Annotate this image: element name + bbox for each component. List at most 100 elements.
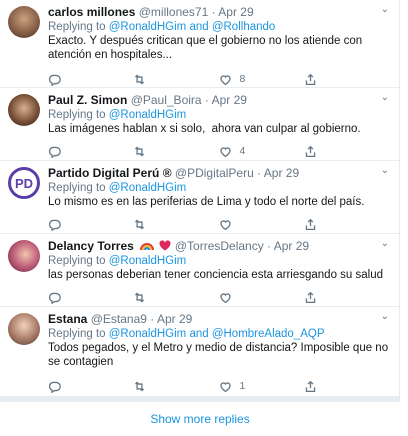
author-handle[interactable]: @TorresDelancy <box>175 239 264 253</box>
like-count: 8 <box>239 73 246 85</box>
reply-button[interactable] <box>48 145 133 158</box>
replying-to-links[interactable]: @RonaldHGim and @Rollhando <box>109 21 276 33</box>
replying-to: Replying to @RonaldHGim <box>48 181 389 195</box>
replying-to-links[interactable]: @RonaldHGim and @HombreAlado_AQP <box>109 328 325 340</box>
avatar[interactable] <box>8 94 40 126</box>
reply-tweet[interactable]: carlos millones @millones71 · Apr 29 ⌄ R… <box>0 0 399 88</box>
like-count: 1 <box>239 380 246 392</box>
author-name[interactable]: Delancy Torres <box>48 239 134 253</box>
separator: · <box>257 166 262 180</box>
share-button[interactable] <box>304 380 389 393</box>
author-name[interactable]: carlos millones <box>48 5 135 19</box>
like-button[interactable]: 4 <box>219 145 304 158</box>
avatar[interactable] <box>8 313 40 345</box>
tweet-header: Estana @Estana9 · Apr 29 <box>48 312 389 327</box>
reply-button[interactable] <box>48 218 133 231</box>
separator: · <box>204 93 209 107</box>
rainbow-icon <box>140 243 155 251</box>
avatar[interactable]: PD <box>8 167 40 199</box>
share-icon <box>305 73 315 85</box>
author-name[interactable]: Paul Z. Simon <box>48 93 127 107</box>
avatar-logo-text: PD <box>14 175 34 191</box>
reply-icon <box>48 74 61 86</box>
tweet-text: las personas deberian tener conciencia e… <box>48 269 383 281</box>
replying-to-links[interactable]: @RonaldHGim <box>109 255 187 267</box>
reply-icon <box>48 381 61 393</box>
author-handle[interactable]: @PDigitalPeru <box>175 166 254 180</box>
tweet-header: Partido Digital Perú ® @PDigitalPeru · A… <box>48 166 389 181</box>
heart-emoji-icon <box>158 240 171 251</box>
like-button[interactable]: 8 <box>219 73 304 86</box>
share-icon <box>305 145 315 157</box>
separator: · <box>267 239 272 253</box>
chevron-down-icon[interactable]: ⌄ <box>381 4 389 15</box>
tweet-text: Las imágenes hablan x si solo, ahora van… <box>48 123 361 135</box>
tweet-date[interactable]: Apr 29 <box>157 312 192 326</box>
registered-badge: ® <box>162 166 172 180</box>
share-button[interactable] <box>304 291 389 304</box>
replying-to: Replying to @RonaldHGim <box>48 254 389 268</box>
tweet-header: carlos millones @millones71 · Apr 29 <box>48 5 389 20</box>
share-button[interactable] <box>304 145 389 158</box>
reply-icon <box>48 292 61 304</box>
share-icon <box>305 291 315 303</box>
like-count: 4 <box>239 145 246 157</box>
tweet-date[interactable]: Apr 29 <box>212 93 247 107</box>
author-name[interactable]: Estana <box>48 312 87 326</box>
tweet-actions <box>48 286 389 308</box>
tweet-text: Lo mismo es en las periferias de Lima y … <box>48 196 365 208</box>
show-more-replies-button[interactable]: Show more replies <box>0 402 400 436</box>
tweet-date[interactable]: Apr 29 <box>218 5 253 19</box>
author-handle[interactable]: @millones71 <box>139 5 209 19</box>
replying-prefix: Replying to <box>48 255 106 267</box>
tweet-actions: 8 <box>48 68 389 90</box>
replying-prefix: Replying to <box>48 328 106 340</box>
tweet-date[interactable]: Apr 29 <box>274 239 309 253</box>
tweet-date[interactable]: Apr 29 <box>264 166 299 180</box>
replying-to-links[interactable]: @RonaldHGim <box>109 109 187 121</box>
retweet-button[interactable] <box>133 291 218 304</box>
author-name[interactable]: Partido Digital Perú <box>48 166 159 180</box>
replying-prefix: Replying to <box>48 182 106 194</box>
share-button[interactable] <box>304 218 389 231</box>
chevron-down-icon[interactable]: ⌄ <box>381 311 389 322</box>
reply-button[interactable] <box>48 73 133 86</box>
chevron-down-icon[interactable]: ⌄ <box>381 165 389 176</box>
retweet-icon <box>135 292 145 302</box>
reply-tweet[interactable]: PD Partido Digital Perú ® @PDigitalPeru … <box>0 161 399 234</box>
reply-tweet[interactable]: Delancy Torres @TorresDelancy · Apr 29 ⌄… <box>0 234 399 307</box>
reply-button[interactable] <box>48 291 133 304</box>
like-button[interactable] <box>219 218 304 231</box>
retweet-button[interactable] <box>133 380 218 393</box>
replying-to: Replying to @RonaldHGim and @Rollhando <box>48 20 389 34</box>
like-icon <box>219 74 231 85</box>
tweet-actions: 4 <box>48 140 389 162</box>
replying-prefix: Replying to <box>48 21 106 33</box>
author-handle[interactable]: @Paul_Boira <box>131 93 202 107</box>
tweet-header: Paul Z. Simon @Paul_Boira · Apr 29 <box>48 93 389 108</box>
tweet-header: Delancy Torres @TorresDelancy · Apr 29 <box>48 239 389 254</box>
replying-to-links[interactable]: @RonaldHGim <box>109 182 187 194</box>
reply-tweet[interactable]: Paul Z. Simon @Paul_Boira · Apr 29 ⌄ Rep… <box>0 88 399 161</box>
chevron-down-icon[interactable]: ⌄ <box>381 92 389 103</box>
chevron-down-icon[interactable]: ⌄ <box>381 238 389 249</box>
share-icon <box>305 380 315 392</box>
retweet-button[interactable] <box>133 73 218 86</box>
reply-tweet[interactable]: Estana @Estana9 · Apr 29 ⌄ Replying to @… <box>0 307 399 395</box>
like-button[interactable] <box>219 291 304 304</box>
like-button[interactable]: 1 <box>219 380 304 393</box>
avatar[interactable] <box>8 240 40 272</box>
replying-to: Replying to @RonaldHGim and @HombreAlado… <box>48 327 389 341</box>
separator: · <box>150 312 155 326</box>
replying-prefix: Replying to <box>48 109 106 121</box>
share-button[interactable] <box>304 73 389 86</box>
tweet-text: Exacto. Y después critican que el gobier… <box>48 35 366 61</box>
like-icon <box>219 292 231 303</box>
retweet-button[interactable] <box>133 145 218 158</box>
separator: · <box>211 5 216 19</box>
author-handle[interactable]: @Estana9 <box>91 312 147 326</box>
retweet-button[interactable] <box>133 218 218 231</box>
reply-button[interactable] <box>48 380 133 393</box>
retweet-icon <box>135 219 145 229</box>
avatar[interactable] <box>8 6 40 38</box>
